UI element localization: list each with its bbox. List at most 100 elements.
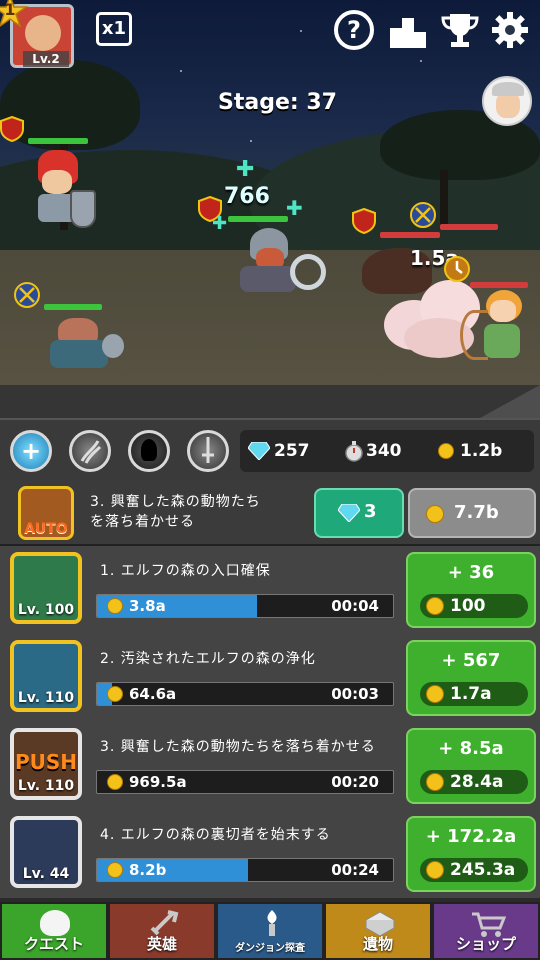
gold-skip-button[interactable]: 7.7b xyxy=(408,488,536,538)
torch-icon xyxy=(267,910,277,936)
gem-skip-button[interactable]: 3 xyxy=(314,488,404,538)
quest-timer: 00:20 xyxy=(331,773,379,791)
tab-shop[interactable]: ショップ xyxy=(432,902,540,960)
upgrade-increase: + 172.2a xyxy=(425,826,517,847)
quest-progress-bar: 969.5a 00:20 xyxy=(96,770,394,794)
tab-dungeon-label: ダンジョン探査 xyxy=(235,943,305,954)
tree-trunk xyxy=(440,170,448,230)
quest-level: Lv. 110 xyxy=(17,690,75,706)
resource-panel: 257 340 1.2b xyxy=(240,430,534,472)
push-label: PUSH xyxy=(14,750,78,774)
quest-upgrade-button[interactable]: + 8.5a 28.4a xyxy=(406,728,536,804)
gem-skip-cost: 3 xyxy=(364,501,377,522)
star xyxy=(180,70,182,72)
attack-buff-icon xyxy=(410,202,436,228)
quest-title: 3. 興奮した森の動物たちを落ち着かせる xyxy=(100,739,376,755)
wind-skill-icon[interactable] xyxy=(69,430,111,472)
hero-hp-bar xyxy=(44,304,102,310)
upgrade-increase: + 567 xyxy=(441,650,501,671)
tab-heroes[interactable]: 英雄 xyxy=(108,902,216,960)
gold-skip-cost: 7.7b xyxy=(454,502,499,523)
upgrade-price-pill: 100 xyxy=(420,594,528,618)
star xyxy=(300,30,302,32)
quest-upgrade-button[interactable]: + 567 1.7a xyxy=(406,640,536,716)
heal-cross-icon: ✚ xyxy=(236,157,255,182)
upgrade-price: 100 xyxy=(450,596,486,616)
quest-upgrade-button[interactable]: + 172.2a 245.3a xyxy=(406,816,536,892)
upgrade-price: 1.7a xyxy=(450,684,492,704)
bottom-nav: クエスト 英雄 ダンジョン探査 遺物 ショップ xyxy=(0,902,540,960)
advisor-portrait[interactable] xyxy=(482,76,532,126)
gold-count: 1.2b xyxy=(460,441,503,461)
heal-number: 766 xyxy=(224,184,270,209)
stage-label: Stage: 37 xyxy=(218,90,337,115)
current-quest-title-line2: を落ち着かせる xyxy=(90,514,195,530)
quest-upgrade-button[interactable]: + 36 100 xyxy=(406,552,536,628)
quest-timer: 00:04 xyxy=(331,597,379,615)
quest-icon[interactable]: PUSH Lv. 110 xyxy=(10,728,82,800)
tab-heroes-label: 英雄 xyxy=(146,935,177,953)
gold-coin-icon xyxy=(107,862,123,878)
hero-face xyxy=(25,15,61,51)
quest-reward: 8.2b xyxy=(129,861,167,879)
advisor-hair xyxy=(492,82,524,96)
settings-gear-icon[interactable] xyxy=(488,8,532,52)
haste-buff-icon xyxy=(444,256,470,282)
gold-coin-icon xyxy=(426,861,444,879)
quest-level: Lv. 44 xyxy=(22,866,70,882)
current-quest-row: AUTO 3. 興奮した森の動物たち を落ち着かせる 3 7.7b xyxy=(0,480,540,546)
speed-toggle-button[interactable]: x1 xyxy=(96,12,132,46)
tab-relics-label: 遺物 xyxy=(362,935,393,953)
gold-coin-icon xyxy=(426,773,444,791)
gold-coin-icon xyxy=(426,505,444,523)
upgrade-price-pill: 1.7a xyxy=(420,682,528,706)
gold-coin-icon xyxy=(107,598,123,614)
current-quest-title-line1: 3. 興奮した森の動物たち xyxy=(90,494,261,510)
diamond-icon xyxy=(338,504,360,522)
dwarf-hero xyxy=(40,314,124,370)
quest-row: Lv. 44 4. エルフの森の裏切者を始末する 8.2b 00:24 + 172.2a… xyxy=(0,810,540,900)
quest-timer: 00:24 xyxy=(331,861,379,879)
defense-buff-icon xyxy=(352,207,376,235)
enemy-hp-bar xyxy=(470,282,528,288)
quest-title: 1. エルフの森の入口確保 xyxy=(100,563,271,579)
stopwatch-count: 340 xyxy=(366,441,402,461)
auto-quest-icon[interactable]: AUTO xyxy=(18,486,74,540)
auto-label: AUTO xyxy=(24,521,68,537)
quest-title: 4. エルフの森の裏切者を始末する xyxy=(100,827,331,843)
quest-icon[interactable]: Lv. 100 xyxy=(10,552,82,624)
quest-icon[interactable]: Lv. 110 xyxy=(10,640,82,712)
quest-level: Lv. 100 xyxy=(17,602,75,618)
quest-reward: 969.5a xyxy=(129,773,187,791)
tab-relics[interactable]: 遺物 xyxy=(324,902,432,960)
heal-skill-icon[interactable]: + xyxy=(10,430,52,472)
star xyxy=(420,60,422,62)
quest-progress-bar: 8.2b 00:24 xyxy=(96,858,394,882)
quest-row: Lv. 110 2. 汚染されたエルフの森の浄化 64.6a 00:03 + 567 1.… xyxy=(0,634,540,724)
heal-cross-icon: ✚ xyxy=(286,196,303,220)
gold-coin-icon xyxy=(107,774,123,790)
player-rank: 1 xyxy=(4,0,16,19)
quest-timer: 00:03 xyxy=(331,685,379,703)
tab-quest[interactable]: クエスト xyxy=(0,902,108,960)
quest-row: PUSH Lv. 110 3. 興奮した森の動物たちを落ち着かせる 969.5a 00:… xyxy=(0,722,540,812)
help-icon[interactable]: ? xyxy=(332,8,376,52)
enemy-hp-bar xyxy=(380,232,440,238)
corner-tab xyxy=(480,385,540,418)
quest-title: 2. 汚染されたエルフの森の浄化 xyxy=(100,651,316,667)
tab-quest-label: クエスト xyxy=(23,935,84,953)
quest-icon[interactable]: Lv. 44 xyxy=(10,816,82,888)
trophy-icon[interactable] xyxy=(438,8,482,52)
ranking-podium-icon[interactable] xyxy=(386,8,430,52)
gold-coin-icon xyxy=(426,597,444,615)
gold-coin-icon xyxy=(426,685,444,703)
skill-bar: + 257 340 1.2b xyxy=(0,418,540,482)
quest-reward: 3.8a xyxy=(129,597,166,615)
tab-dungeon[interactable]: ダンジョン探査 xyxy=(216,902,324,960)
quest-reward: 64.6a xyxy=(129,685,177,703)
upgrade-increase: + 36 xyxy=(447,562,495,583)
sword-skill-icon[interactable] xyxy=(187,430,229,472)
quest-row: Lv. 100 1. エルフの森の入口確保 3.8a 00:04 + 36 100 xyxy=(0,546,540,636)
upgrade-price: 245.3a xyxy=(450,860,516,880)
shadow-skill-icon[interactable] xyxy=(128,430,170,472)
